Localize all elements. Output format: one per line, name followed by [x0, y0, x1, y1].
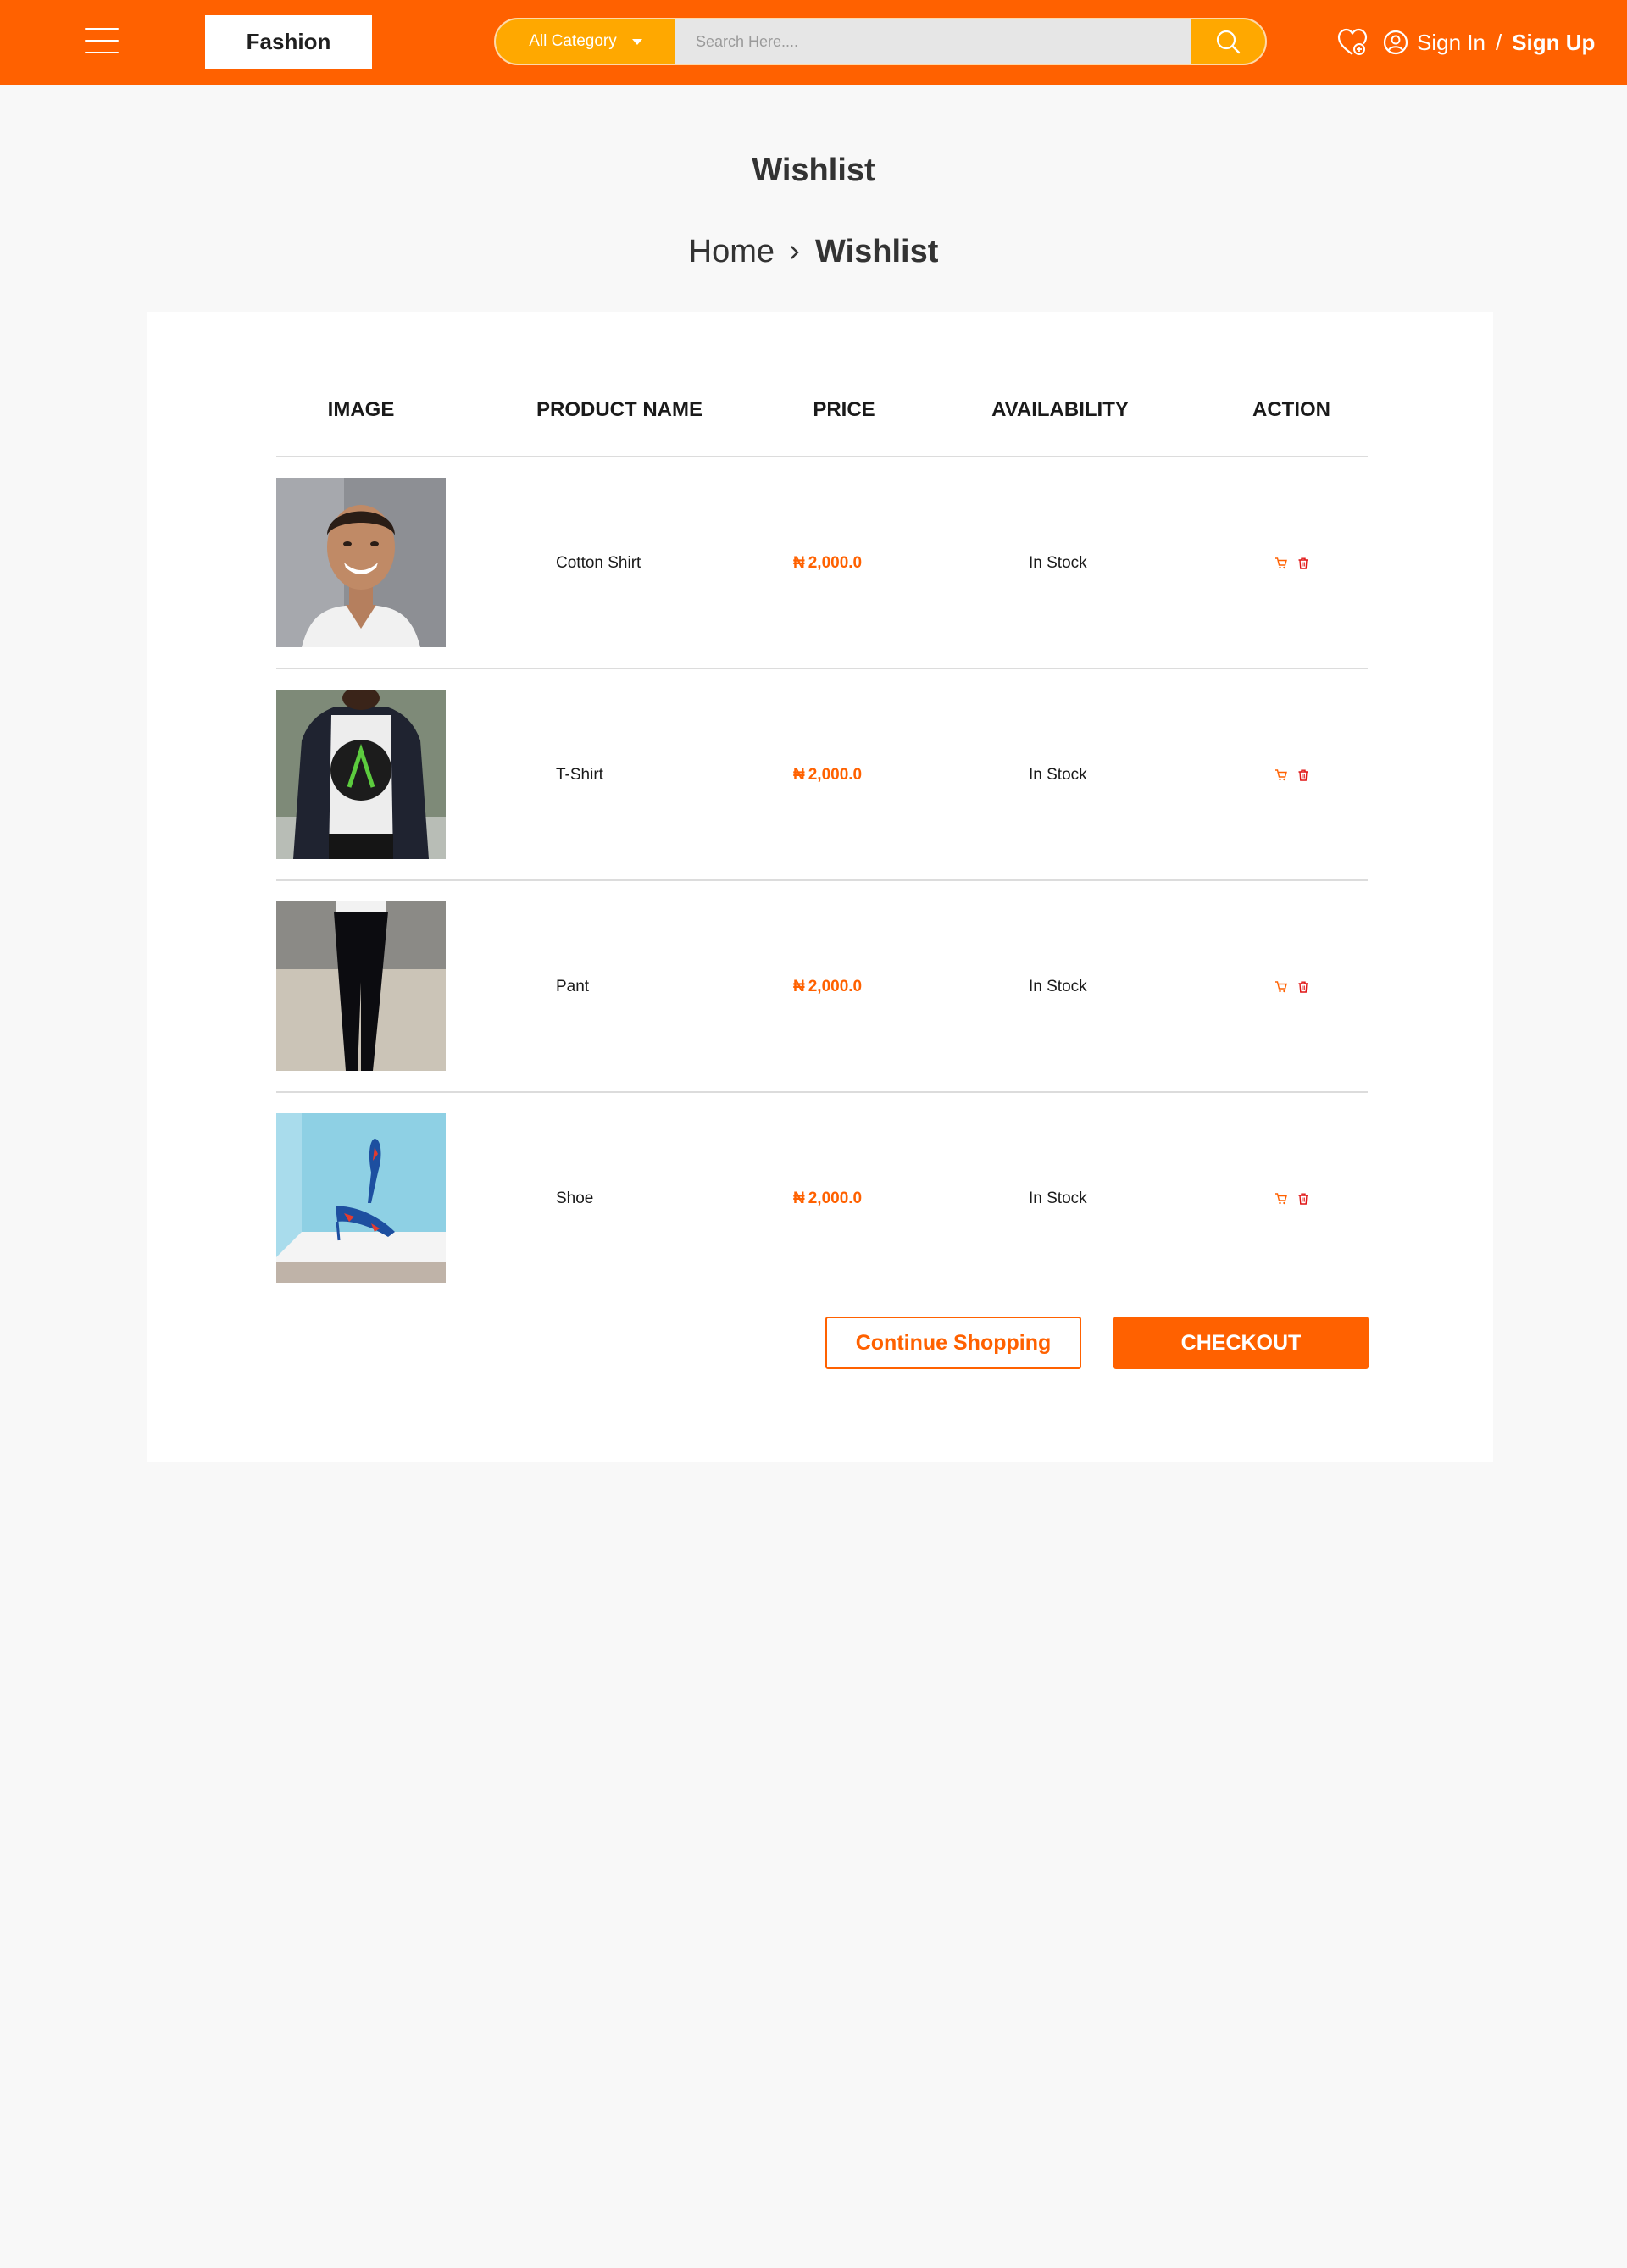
- category-dropdown[interactable]: All Category: [496, 19, 675, 64]
- category-dropdown-label: All Category: [529, 32, 617, 50]
- account-links: Sign In / Sign Up: [1383, 24, 1595, 61]
- column-header-action: ACTION: [1252, 398, 1330, 421]
- wishlist-card: IMAGE PRODUCT NAME PRICE AVAILABILITY AC…: [147, 312, 1493, 1462]
- continue-shopping-button[interactable]: Continue Shopping: [825, 1317, 1081, 1369]
- column-header-availability: AVAILABILITY: [991, 398, 1129, 421]
- chevron-right-icon: [791, 245, 799, 259]
- user-circle-icon: [1383, 30, 1408, 55]
- table-row: Pant ₦ 2,000.0 In Stock: [276, 881, 1368, 1093]
- page-title: Wishlist: [752, 152, 875, 188]
- wishlist-table: IMAGE PRODUCT NAME PRICE AVAILABILITY AC…: [276, 363, 1368, 1305]
- search-icon: [1216, 30, 1241, 54]
- sign-in-link[interactable]: Sign In: [1417, 30, 1485, 56]
- trash-icon[interactable]: [1297, 1192, 1310, 1206]
- site-logo[interactable]: Fashion: [205, 15, 372, 69]
- cart-icon[interactable]: [1274, 1192, 1288, 1206]
- breadcrumb-home[interactable]: Home: [689, 234, 775, 270]
- product-price: ₦ 2,000.0: [793, 978, 863, 995]
- trash-icon[interactable]: [1297, 980, 1310, 994]
- availability-status: In Stock: [1029, 978, 1087, 995]
- table-row: Shoe ₦ 2,000.0 In Stock: [276, 1093, 1368, 1305]
- sign-up-link[interactable]: Sign Up: [1512, 30, 1595, 56]
- breadcrumb-current: Wishlist: [815, 234, 939, 269]
- cart-icon[interactable]: [1274, 768, 1288, 782]
- cart-icon[interactable]: [1274, 980, 1288, 994]
- trash-icon[interactable]: [1297, 557, 1310, 570]
- search-bar: All Category: [494, 18, 1267, 65]
- heart-icon[interactable]: [1337, 28, 1368, 57]
- top-navbar: Fashion All Category Sign In / Sign Up: [0, 0, 1627, 85]
- hamburger-menu-icon[interactable]: [85, 25, 119, 56]
- table-header: IMAGE PRODUCT NAME PRICE AVAILABILITY AC…: [276, 363, 1368, 457]
- row-actions: [1274, 669, 1310, 881]
- trash-icon[interactable]: [1297, 768, 1310, 782]
- column-header-price: PRICE: [813, 398, 875, 421]
- search-input[interactable]: [675, 19, 1191, 64]
- product-price: ₦ 2,000.0: [793, 1189, 863, 1207]
- product-price: ₦ 2,000.0: [793, 554, 863, 572]
- availability-status: In Stock: [1029, 1189, 1087, 1207]
- product-price: ₦ 2,000.0: [793, 766, 863, 784]
- row-actions: [1274, 1093, 1310, 1305]
- breadcrumb: Home Wishlist: [0, 234, 1627, 270]
- column-header-product-name: PRODUCT NAME: [536, 398, 702, 421]
- checkout-button[interactable]: CHECKOUT: [1113, 1317, 1369, 1369]
- table-row: T-Shirt ₦ 2,000.0 In Stock: [276, 669, 1368, 881]
- caret-down-icon: [631, 38, 642, 45]
- row-actions: [1274, 881, 1310, 1093]
- row-actions: [1274, 457, 1310, 669]
- availability-status: In Stock: [1029, 766, 1087, 784]
- availability-status: In Stock: [1029, 554, 1087, 572]
- column-header-image: IMAGE: [327, 398, 395, 421]
- account-divider: /: [1495, 29, 1502, 55]
- search-button[interactable]: [1191, 19, 1265, 64]
- table-row: Cotton Shirt ₦ 2,000.0 In Stock: [276, 457, 1368, 669]
- cart-icon[interactable]: [1274, 557, 1288, 570]
